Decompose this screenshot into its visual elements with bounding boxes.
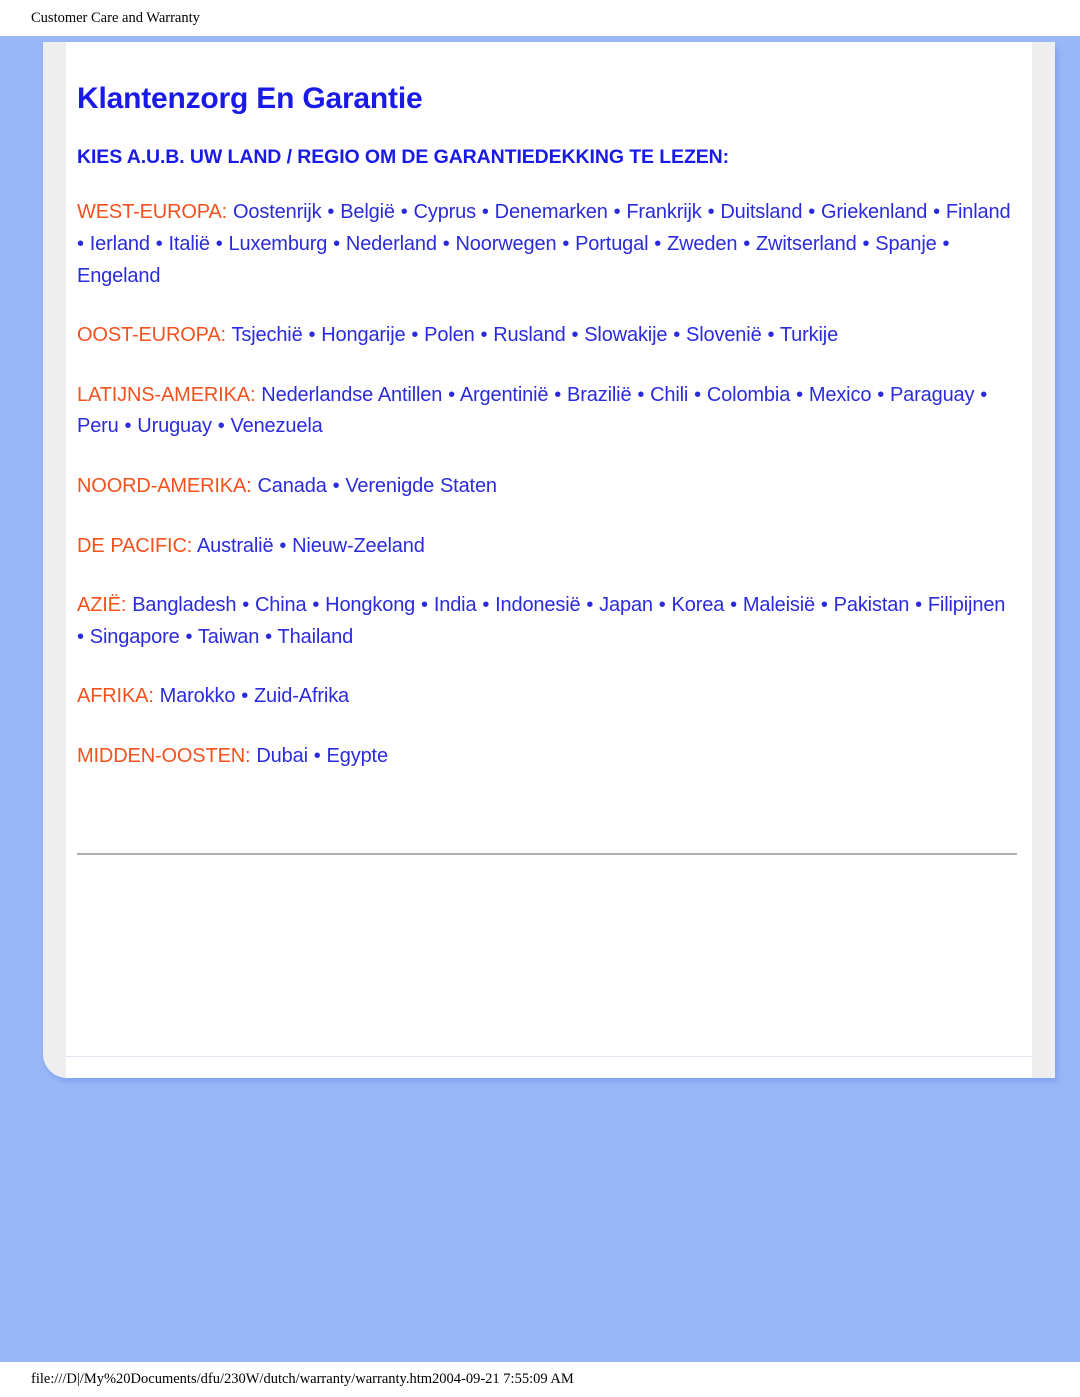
- region-row: OOST-EUROPA: Tsjechië • Hongarije • Pole…: [77, 292, 1017, 352]
- page-title: Klantenzorg En Garantie: [77, 82, 423, 115]
- region-label: AZIË:: [77, 594, 127, 617]
- region-row: DE PACIFIC: Australië • Nieuw-Zeeland: [77, 503, 1017, 563]
- region-label: LATIJNS-AMERIKA:: [77, 383, 256, 406]
- region-row: WEST-EUROPA: Oostenrijk • België • Cypru…: [77, 169, 1017, 292]
- region-label: AFRIKA:: [77, 685, 154, 708]
- region-row: MIDDEN-OOSTEN: Dubai • Egypte: [77, 713, 1017, 773]
- region-label: MIDDEN-OOSTEN:: [77, 744, 251, 767]
- region-label: DE PACIFIC:: [77, 534, 193, 557]
- region-country-list[interactable]: Bangladesh • China • Hongkong • India • …: [77, 594, 1005, 648]
- instruction-text: KIES A.U.B. UW LAND / REGIO OM DE GARANT…: [77, 146, 730, 168]
- region-row: AFRIKA: Marokko • Zuid-Afrika: [77, 653, 1017, 713]
- region-country-list[interactable]: Australië • Nieuw-Zeeland: [197, 535, 425, 557]
- region-country-list[interactable]: Tsjechië • Hongarije • Polen • Rusland •…: [232, 324, 839, 346]
- browser-print-header: Customer Care and Warranty: [31, 10, 200, 26]
- document-sheet-footer-strip: [66, 1056, 1032, 1078]
- region-country-list[interactable]: Dubai • Egypte: [256, 745, 388, 767]
- region-country-list[interactable]: Canada • Verenigde Staten: [258, 475, 498, 497]
- document-content: Klantenzorg En Garantie KIES A.U.B. UW L…: [77, 60, 1017, 773]
- region-row: AZIË: Bangladesh • China • Hongkong • In…: [77, 562, 1017, 653]
- region-label: OOST-EUROPA:: [77, 324, 226, 347]
- region-label: NOORD-AMERIKA:: [77, 474, 252, 497]
- region-row: NOORD-AMERIKA: Canada • Verenigde Staten: [77, 443, 1017, 503]
- region-country-list[interactable]: Marokko • Zuid-Afrika: [160, 685, 350, 707]
- region-row: LATIJNS-AMERIKA: Nederlandse Antillen • …: [77, 352, 1017, 443]
- content-divider: [77, 853, 1017, 855]
- region-label: WEST-EUROPA:: [77, 201, 228, 224]
- browser-print-footer: file:///D|/My%20Documents/dfu/230W/dutch…: [31, 1371, 574, 1387]
